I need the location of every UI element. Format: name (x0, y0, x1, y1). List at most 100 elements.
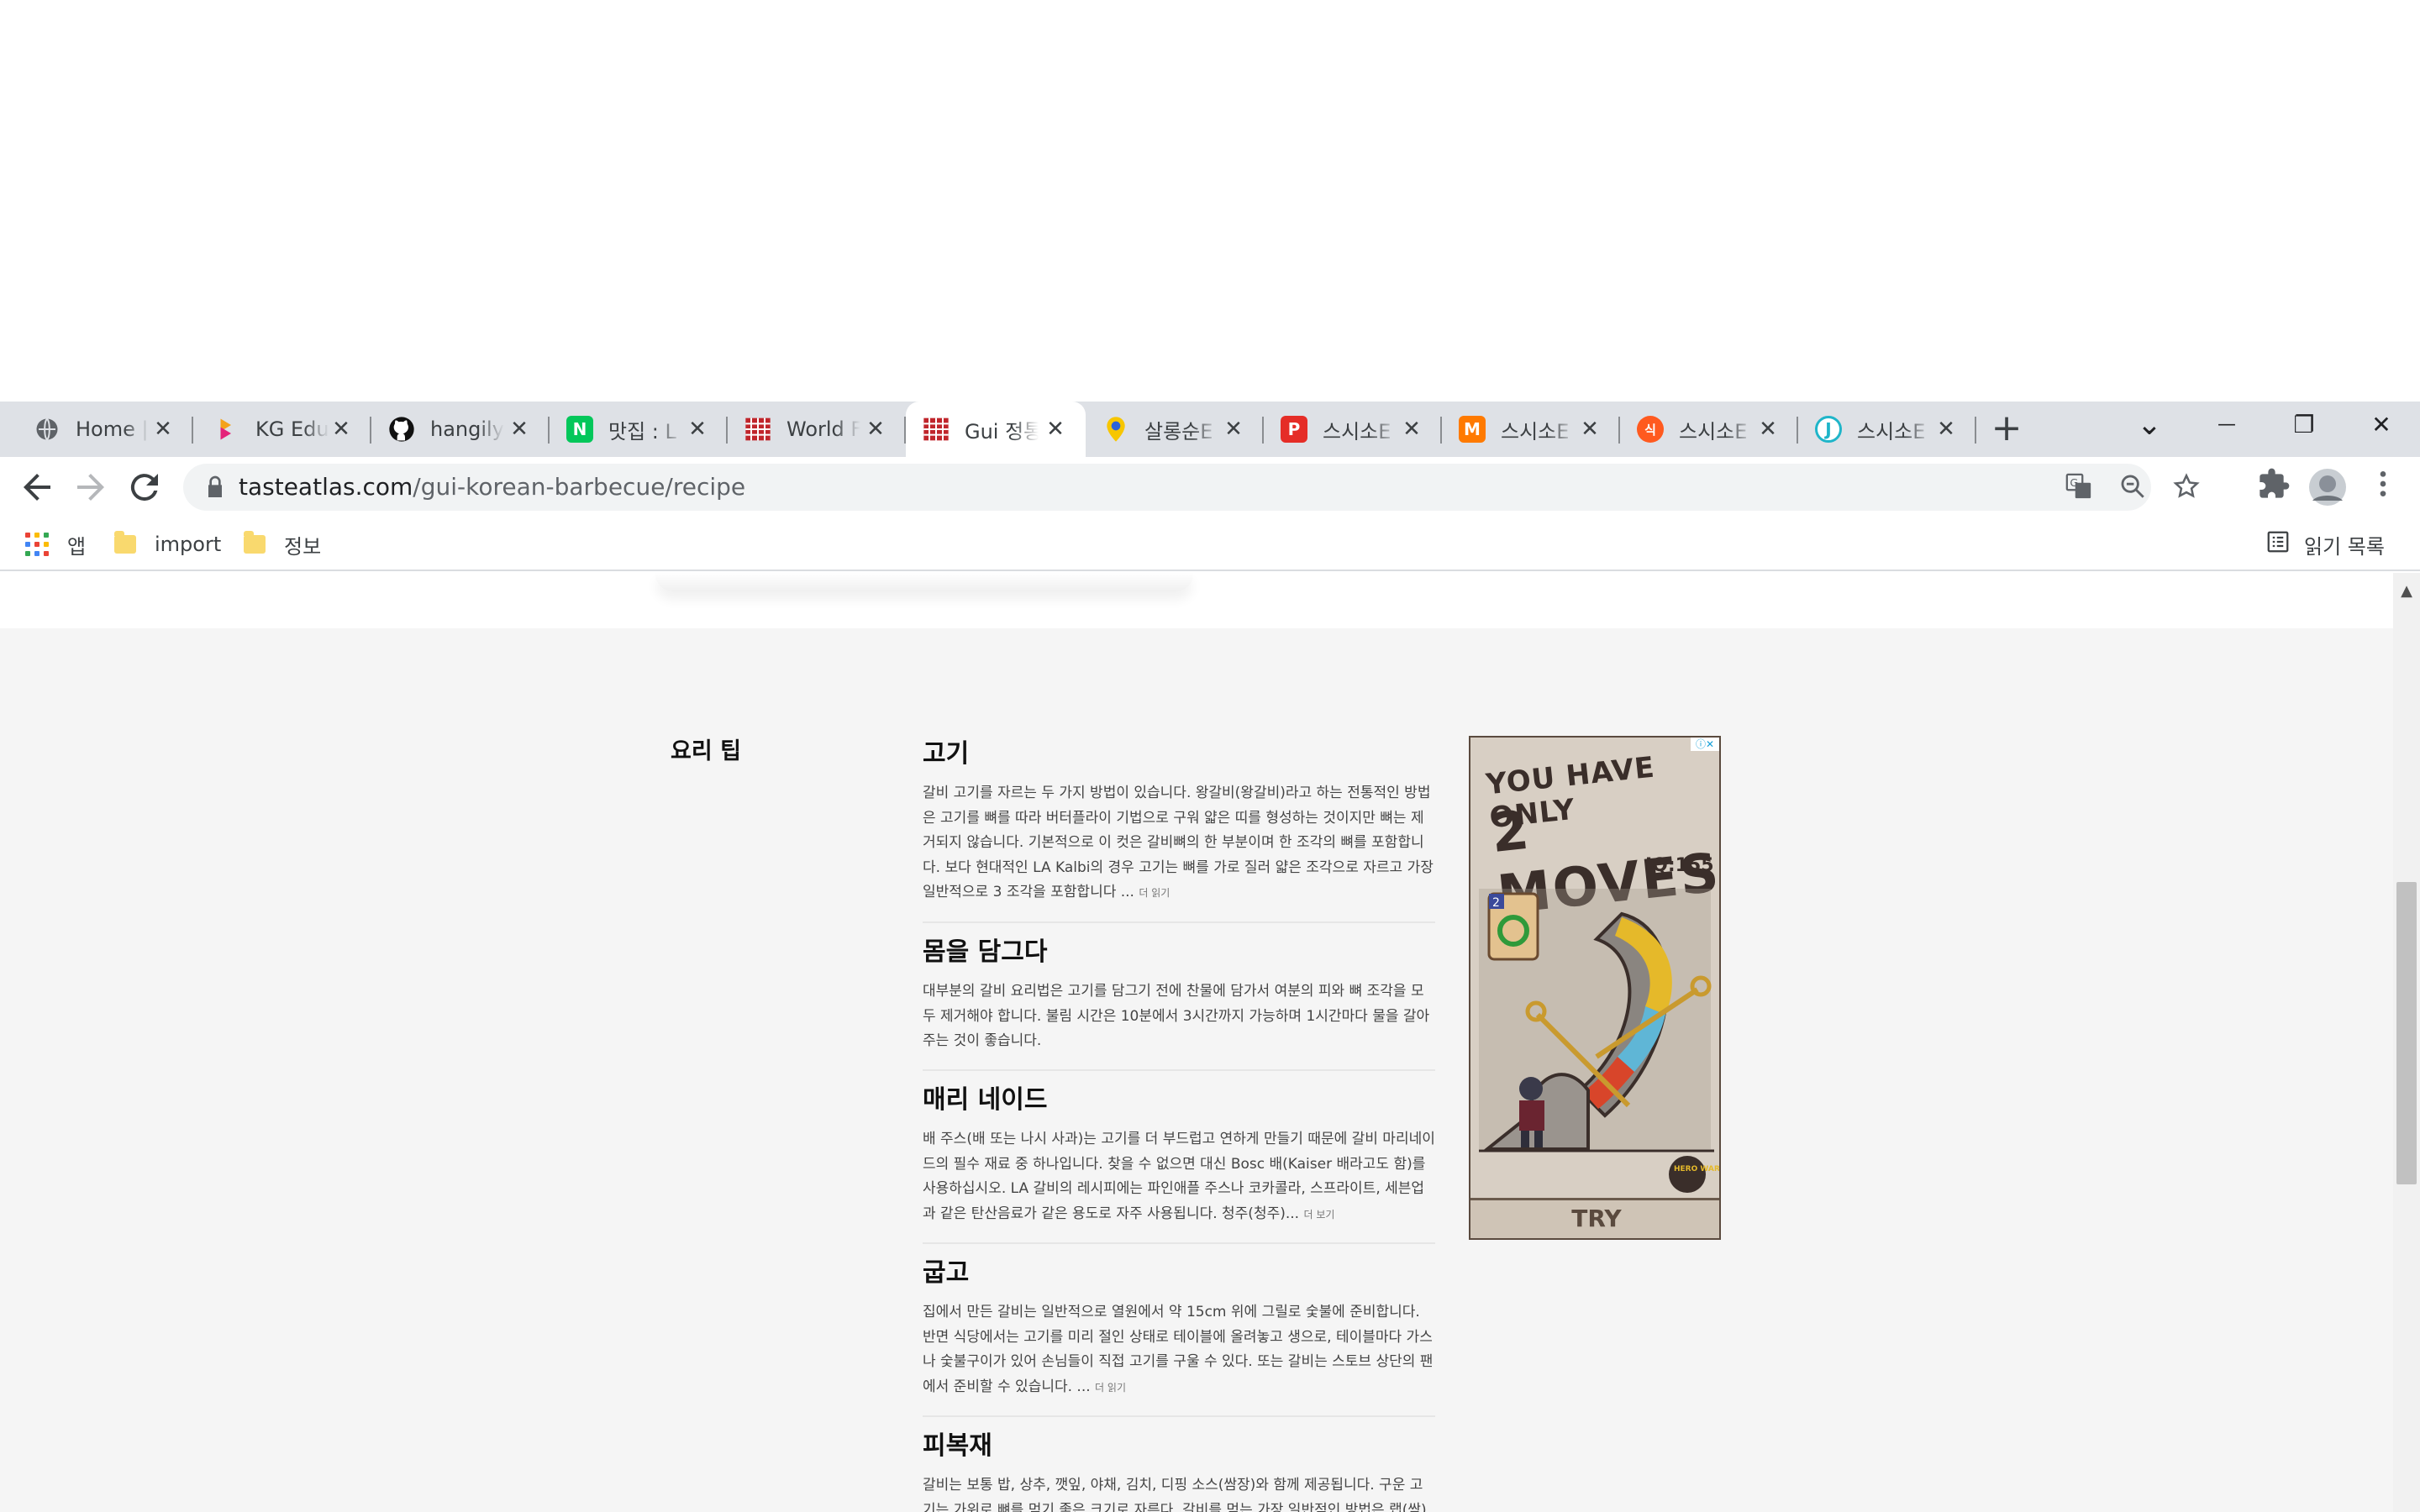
read-more-link[interactable]: 더 보기 (1303, 1209, 1334, 1221)
tab-strip: Home | ✕ KG Edu ✕ hangily ✕ N 맛집 : L ✕ W… (0, 402, 2420, 457)
close-tab-icon[interactable]: ✕ (686, 417, 709, 441)
tab-title: hangily (430, 417, 504, 441)
page-scrollbar[interactable]: ▲ (2393, 573, 2420, 1512)
reading-list-icon (2265, 529, 2291, 559)
bookmarks-bar: 앱 import 정보 읽기 목록 (0, 517, 2420, 571)
divider (923, 1242, 1435, 1244)
ad-try-button[interactable]: TRY (1470, 1198, 1719, 1238)
back-icon[interactable] (17, 467, 57, 507)
advertisement-banner[interactable]: ⓘ✕ YOU HAVE ONLY 2 MOVES IQ:155 2 HERO W… (1469, 736, 1721, 1240)
new-tab-button[interactable]: + (1986, 409, 2027, 449)
bookmark-apps[interactable]: 앱 (25, 528, 86, 561)
tip-title: 고기 (923, 739, 970, 769)
lock-icon[interactable] (202, 474, 229, 501)
tab-title: 스시소E (1857, 419, 1926, 444)
tip-body: 대부분의 갈비 요리법은 고기를 담그기 전에 찬물에 담가서 여분의 피와 뼈… (923, 983, 1430, 1049)
siksin-icon: 식 (1637, 416, 1664, 443)
bookmark-folder-info[interactable]: 정보 (244, 528, 321, 561)
tab-sushi-4[interactable]: J 스시소E ✕ (1798, 402, 1976, 457)
tab-salong[interactable]: 살롱순E ✕ (1086, 402, 1264, 457)
tab-gui-active[interactable]: Gui 정통 ✕ (906, 402, 1086, 457)
bookmark-label: 앱 (67, 534, 87, 559)
url-host: tasteatlas.com (239, 473, 413, 501)
read-more-link[interactable]: 더 읽기 (1139, 887, 1170, 899)
tip-item: 굽고 집에서 만든 갈비는 일반적으로 열원에서 약 15cm 위에 그릴로 숯… (923, 1258, 1435, 1417)
tab-kg-edu[interactable]: KG Edu ✕ (193, 402, 371, 457)
orange-logo-icon: M (1459, 416, 1486, 443)
section-title: 요리 팁 (671, 738, 741, 764)
reading-list-button[interactable]: 읽기 목록 (2265, 528, 2385, 561)
close-tab-icon[interactable]: ✕ (864, 417, 887, 441)
close-tab-icon[interactable]: ✕ (1578, 417, 1602, 441)
divider (923, 1068, 1435, 1071)
tab-sushi-3[interactable]: 식 스시소E ✕ (1620, 402, 1798, 457)
restore-button[interactable]: ❐ (2268, 402, 2340, 449)
tip-item: 고기 갈비 고기를 자르는 두 가지 방법이 있습니다. 왕갈비(왕갈비)라고 … (923, 739, 1435, 923)
tab-home[interactable]: Home | ✕ (0, 402, 193, 457)
scroll-thumb[interactable] (2396, 882, 2417, 1184)
bookmark-folder-import[interactable]: import (114, 528, 221, 561)
minimize-button[interactable]: — (2191, 402, 2263, 449)
tip-text: 대부분의 갈비 요리법은 고기를 담그기 전에 찬물에 담가서 여분의 피와 뼈… (923, 979, 1435, 1054)
close-tab-icon[interactable]: ✕ (1756, 417, 1780, 441)
close-tab-icon[interactable]: ✕ (329, 417, 353, 441)
tab-sushi-2[interactable]: M 스시소E ✕ (1442, 402, 1620, 457)
tab-title: KG Edu (255, 417, 329, 441)
close-tab-icon[interactable]: ✕ (1934, 417, 1958, 441)
read-more-link[interactable]: 더 읽기 (1095, 1382, 1126, 1394)
tip-body: 집에서 만든 갈비는 일반적으로 열원에서 약 15cm 위에 그릴로 숯불에 … (923, 1304, 1434, 1395)
tab-title: World F (786, 417, 860, 441)
blank-top-area (0, 0, 2420, 402)
teal-logo-icon: J (1815, 416, 1842, 443)
close-tab-icon[interactable]: ✕ (508, 417, 531, 441)
close-tab-icon[interactable]: ✕ (1222, 417, 1245, 441)
reload-icon[interactable] (124, 467, 165, 507)
bookmark-label: 정보 (284, 534, 322, 559)
divider (923, 1415, 1435, 1417)
tab-title: 스시소E (1679, 419, 1748, 444)
tab-search-button[interactable]: ⌄ (2113, 402, 2186, 449)
tab-separator (1975, 417, 1976, 444)
card-bottom-shadow (655, 573, 1193, 591)
naver-icon: N (566, 416, 593, 443)
close-tab-icon[interactable]: ✕ (1400, 417, 1423, 441)
kg-logo-icon (213, 416, 240, 443)
github-icon (388, 416, 415, 443)
tab-title: Gui 정통 (965, 419, 1039, 444)
tip-title: 피복재 (923, 1431, 992, 1461)
tab-sushi-1[interactable]: P 스시소E ✕ (1264, 402, 1442, 457)
close-tab-icon[interactable]: ✕ (1044, 417, 1067, 441)
tab-title: 맛집 : L (608, 419, 676, 444)
url-text[interactable]: tasteatlas.com/gui-korean-barbecue/recip… (239, 474, 745, 501)
divider (923, 921, 1435, 923)
tip-title: 몸을 담그다 (923, 937, 1048, 967)
globe-icon (34, 416, 60, 443)
folder-icon (244, 531, 266, 554)
bookmark-label: import (155, 533, 222, 556)
ad-puzzle-illustration: 2 HERO WARS (1479, 889, 1719, 1193)
zoom-icon[interactable] (2116, 472, 2149, 506)
tab-title: 스시소E (1323, 419, 1392, 444)
ad-iq-label: IQ:155 (1645, 855, 1714, 876)
tab-title: 스시소E (1501, 419, 1570, 444)
tab-world-food[interactable]: World F ✕ (728, 402, 906, 457)
menu-kebab-icon[interactable] (2363, 467, 2403, 507)
extensions-icon[interactable] (2254, 467, 2294, 507)
address-bar[interactable]: tasteatlas.com/gui-korean-barbecue/recip… (183, 464, 2200, 511)
close-tab-icon[interactable]: ✕ (151, 417, 175, 441)
tab-title: Home | (76, 417, 149, 441)
page-header-area (0, 573, 2393, 628)
profile-avatar[interactable] (2307, 467, 2348, 507)
tip-text: 갈비 고기를 자르는 두 가지 방법이 있습니다. 왕갈비(왕갈비)라고 하는 … (923, 781, 1435, 906)
tab-naver[interactable]: N 맛집 : L ✕ (550, 402, 728, 457)
scroll-up-arrow-icon[interactable]: ▲ (2393, 580, 2420, 603)
folder-icon (114, 531, 136, 554)
tab-github[interactable]: hangily ✕ (371, 402, 550, 457)
bookmark-star-icon[interactable] (2170, 472, 2203, 506)
close-window-button[interactable]: ✕ (2345, 402, 2417, 449)
tip-body: 배 주스(배 또는 나시 사과)는 고기를 더 부드럽고 연하게 만들기 때문에… (923, 1131, 1435, 1222)
forward-icon[interactable] (71, 467, 111, 507)
tip-body: 갈비 고기를 자르는 두 가지 방법이 있습니다. 왕갈비(왕갈비)라고 하는 … (923, 785, 1434, 900)
translate-icon[interactable]: G (2062, 472, 2096, 506)
tip-text: 배 주스(배 또는 나시 사과)는 고기를 더 부드럽고 연하게 만들기 때문에… (923, 1127, 1435, 1227)
